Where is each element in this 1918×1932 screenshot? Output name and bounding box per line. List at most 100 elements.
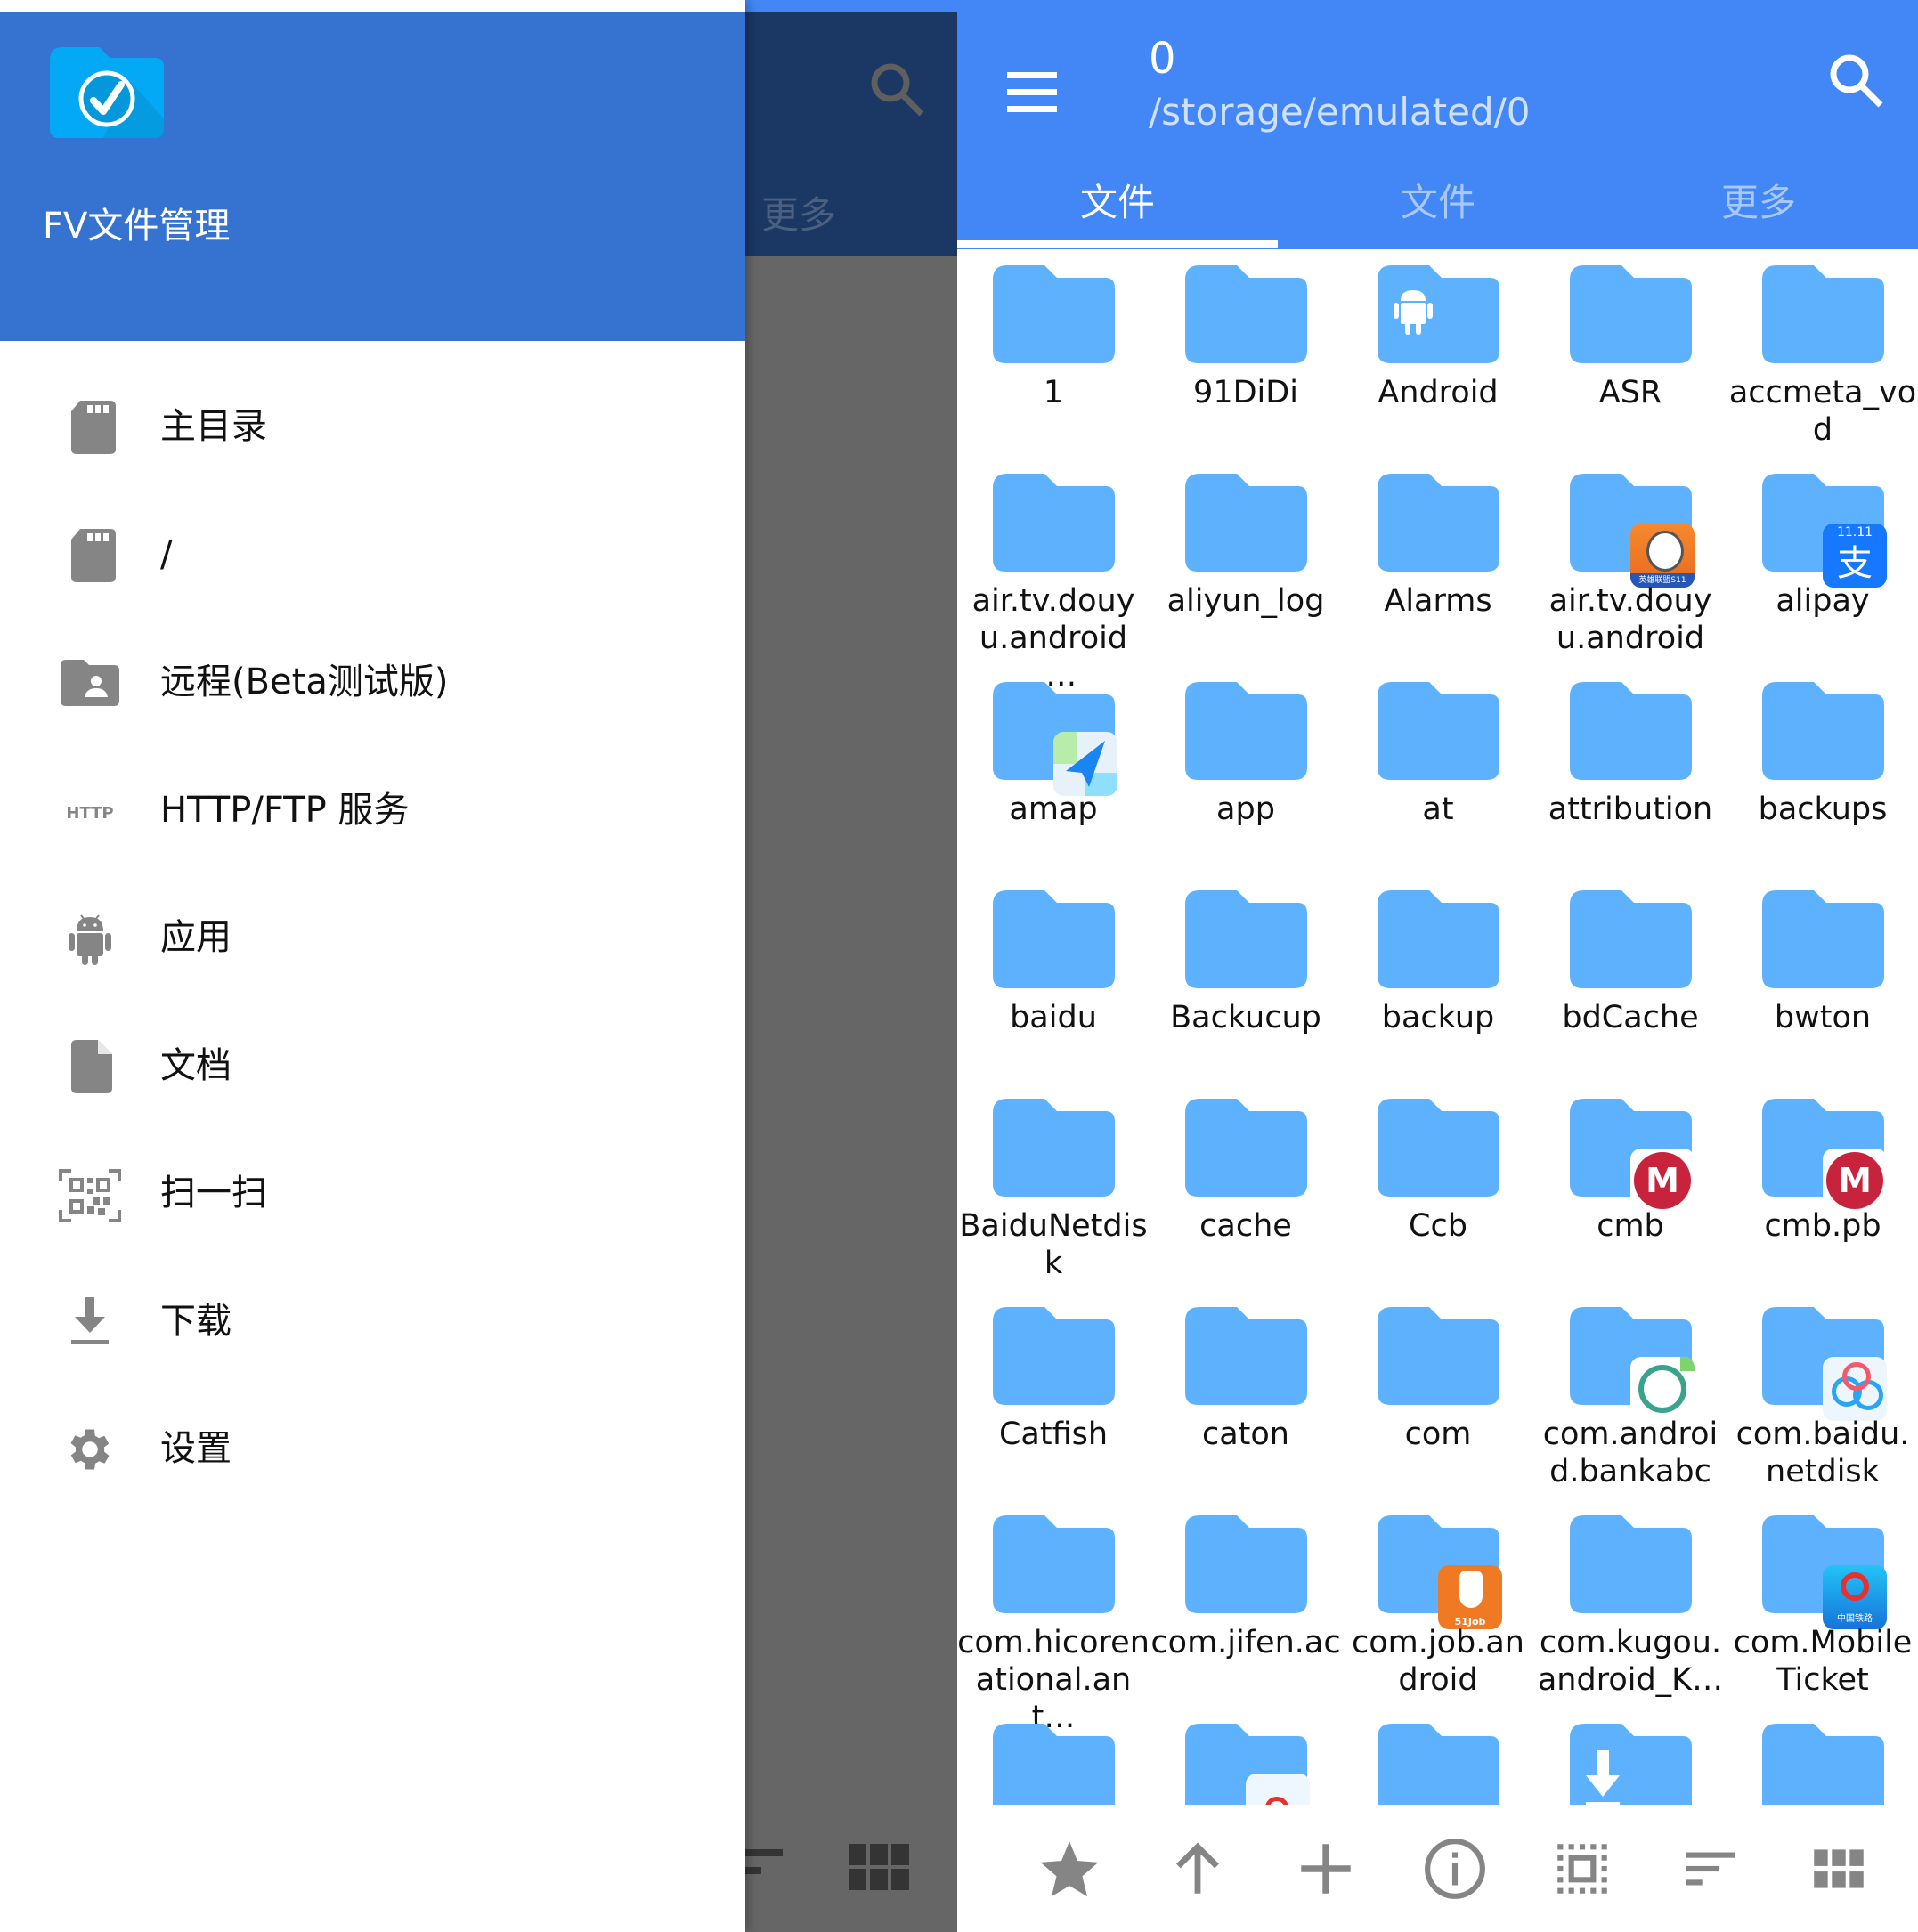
drawer-item-5[interactable]: 应用	[0, 874, 745, 1002]
folder-item[interactable]: Android	[1342, 249, 1534, 458]
drawer-item-8[interactable]: 下载	[0, 1258, 745, 1385]
folder-item[interactable]: amap	[957, 666, 1150, 874]
folder-item[interactable]: BaiduNetdisk	[957, 1083, 1150, 1291]
folder-item[interactable]: backups	[1727, 666, 1918, 874]
folder-item[interactable]: bdCache	[1534, 874, 1727, 1083]
folder-icon	[1762, 682, 1884, 780]
folder-item[interactable]: com.baidu.netdisk	[1727, 1291, 1918, 1499]
folder-name: amap	[1009, 791, 1098, 827]
folder-item[interactable]	[1150, 1708, 1342, 1805]
folder-item[interactable]: at	[1342, 666, 1534, 874]
folder-item[interactable]: 51Job com.job.android	[1342, 1499, 1534, 1708]
folder-item[interactable]: com	[1342, 1291, 1534, 1499]
folder-item[interactable]: attribution	[1534, 666, 1727, 874]
select-all-icon[interactable]	[1549, 1836, 1615, 1902]
folder-item[interactable]: baidu	[957, 874, 1150, 1083]
folder-item[interactable]: ASR	[1534, 249, 1727, 458]
drawer-item-label: 远程(Beta测试版)	[160, 662, 449, 702]
hamburger-menu-icon[interactable]	[1007, 69, 1059, 116]
folder-item[interactable]: 11.11 支 alipay	[1727, 458, 1918, 666]
drawer-item-label: 应用	[160, 917, 232, 958]
drawer-item-label: /	[160, 533, 173, 575]
folder-item[interactable]: com.kugou.android_K…	[1534, 1499, 1727, 1708]
folder-item[interactable]: cache	[1150, 1083, 1342, 1291]
shared-folder-icon	[57, 656, 123, 710]
plus-icon[interactable]	[1293, 1836, 1359, 1902]
tab-files[interactable]: 文件	[957, 160, 1278, 245]
folder-item[interactable]: 中国铁路 com.MobileTicket	[1727, 1499, 1918, 1708]
drawer-scrim[interactable]	[745, 256, 957, 1932]
search-icon[interactable]	[1825, 50, 1888, 112]
folder-icon	[1762, 1724, 1884, 1805]
folder-icon	[1185, 682, 1307, 780]
folder-icon	[1185, 474, 1307, 572]
folder-item[interactable]: Ccb	[1342, 1083, 1534, 1291]
tab-label: 文件	[1400, 181, 1475, 224]
folder-item[interactable]: Mcmb	[1534, 1083, 1727, 1291]
http-icon: HTTP	[57, 784, 123, 838]
folder-item[interactable]: caton	[1150, 1291, 1342, 1499]
folder-name: attribution	[1548, 791, 1713, 827]
drawer-item-label: 扫一扫	[160, 1173, 267, 1214]
drawer-item-3[interactable]: 远程(Beta测试版)	[0, 619, 745, 746]
grid-view-icon[interactable]	[1806, 1836, 1872, 1902]
folder-name: at	[1422, 791, 1454, 827]
folder-icon	[1378, 474, 1499, 572]
folder-name: air.tv.douyu.android	[1548, 583, 1712, 656]
folder-item[interactable]: bwton	[1727, 874, 1918, 1083]
folder-icon	[1570, 890, 1692, 988]
drawer-item-4[interactable]: HTTP HTTP/FTP 服务	[0, 747, 745, 874]
folder-icon	[1185, 1099, 1307, 1197]
folder-name: accmeta_vod	[1728, 375, 1917, 448]
folder-item[interactable]: Catfish	[957, 1291, 1150, 1499]
folder-item[interactable]	[1727, 1708, 1918, 1805]
search-icon	[866, 59, 929, 121]
folder-item[interactable]: com.hicorenational.ant…	[957, 1499, 1150, 1735]
folder-item[interactable]: backup	[1342, 874, 1534, 1083]
alipay-app-icon: 11.11 支	[1823, 524, 1887, 588]
drawer-item-label: 设置	[160, 1428, 232, 1469]
folder-item[interactable]: 91DiDi	[1150, 249, 1342, 458]
folder-name: aliyun_log	[1166, 583, 1325, 619]
drawer-item-1[interactable]: 主目录	[0, 363, 745, 491]
sort-icon[interactable]	[1678, 1836, 1743, 1902]
folder-item[interactable]: 1	[957, 249, 1150, 458]
folder-item[interactable]: 英雄联盟S11 air.tv.douyu.android	[1534, 458, 1727, 666]
folder-item[interactable]: air.tv.douyu.android_…	[957, 458, 1150, 694]
weibo-app-icon	[1246, 1774, 1310, 1805]
folder-item[interactable]: accmeta_vod	[1727, 249, 1918, 458]
star-icon[interactable]	[1036, 1836, 1102, 1902]
folder-icon	[1185, 1515, 1307, 1613]
folder-item[interactable]: app	[1150, 666, 1342, 874]
folder-icon	[1378, 1307, 1499, 1405]
tab-files-2[interactable]: 文件	[1278, 160, 1598, 245]
folder-item[interactable]	[1534, 1708, 1727, 1805]
current-path: /storage/emulated/0	[1149, 90, 1531, 134]
drawer-item-9[interactable]: 设置	[0, 1385, 745, 1513]
info-icon[interactable]	[1422, 1836, 1488, 1902]
folder-item[interactable]: Alarms	[1342, 458, 1534, 666]
folder-item[interactable]: aliyun_log	[1150, 458, 1342, 666]
folder-name: Android	[1378, 375, 1499, 410]
drawer-item-label: 下载	[160, 1300, 232, 1342]
folder-check-logo	[50, 47, 164, 138]
folder-item[interactable]: com.jifen.ac	[1150, 1499, 1342, 1708]
drawer-item-2[interactable]: /	[0, 491, 745, 619]
file-grid[interactable]: 1 91DiDi Android ASR accmeta_vod air.tv.douyu…	[957, 249, 1918, 1805]
folder-item[interactable]	[957, 1708, 1150, 1805]
douyu-app-icon: 英雄联盟S11	[1630, 524, 1695, 588]
folder-item[interactable]: com.android.bankabc	[1534, 1291, 1727, 1499]
folder-item[interactable]: Mcmb.pb	[1727, 1083, 1918, 1291]
grid-view-icon	[849, 1844, 911, 1892]
folder-item[interactable]: Backucup	[1150, 874, 1342, 1083]
baidu-netdisk-app-icon	[1823, 1357, 1887, 1421]
folder-name: ASR	[1598, 375, 1662, 410]
drawer-item-7[interactable]: 扫一扫	[0, 1130, 745, 1257]
folder-icon	[1570, 682, 1692, 780]
arrow-up-icon[interactable]	[1165, 1836, 1231, 1902]
tab-label: 文件	[1079, 181, 1155, 224]
tab-more[interactable]: 更多	[1598, 160, 1918, 245]
folder-item[interactable]	[1342, 1708, 1534, 1805]
svg-text:HTTP: HTTP	[66, 804, 113, 823]
drawer-item-6[interactable]: 文档	[0, 1003, 745, 1130]
